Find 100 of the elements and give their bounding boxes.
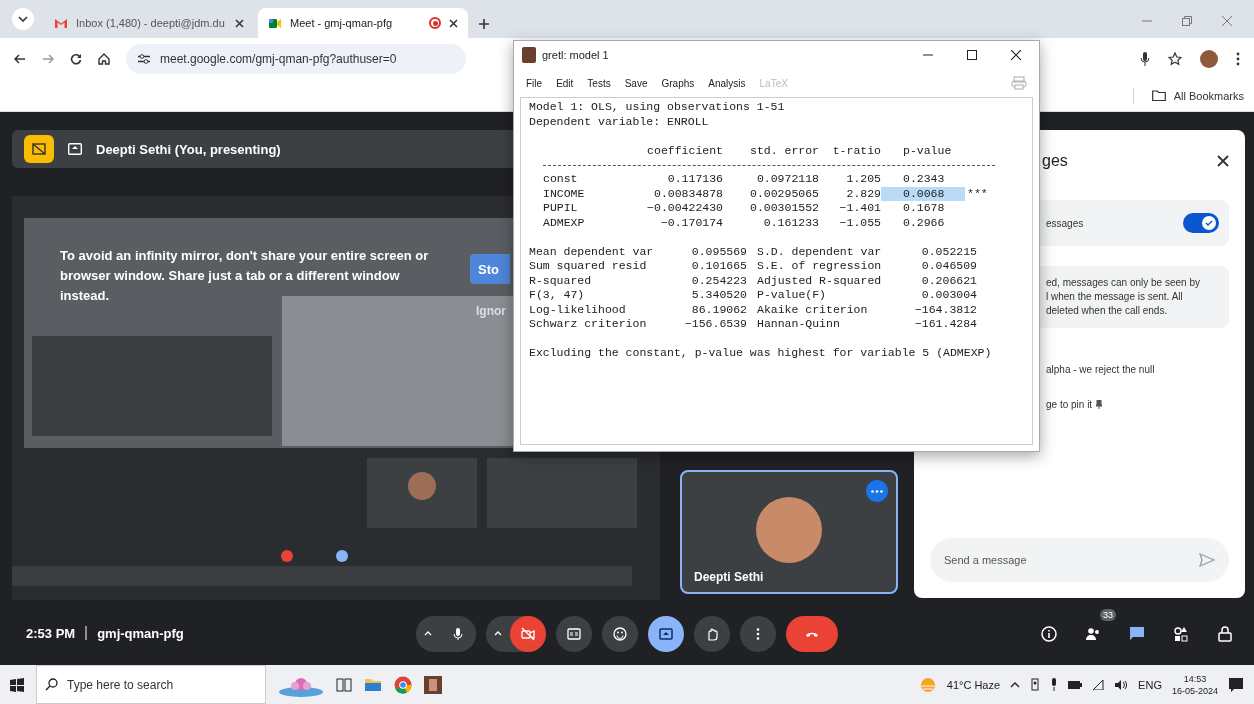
warning-message: To avoid an infinity mirror, don't share your entire screen or browser window. Share just a tab or a different window instead. [60,247,430,305]
phone-button[interactable] [786,615,838,652]
speaker-icon[interactable] [1114,679,1129,690]
emoji-button[interactable] [602,615,638,652]
hint-text: ge to pin it [1046,399,1093,410]
battery-icon[interactable] [1068,680,1083,689]
table-cell-text: 0.00295065 [749,186,819,201]
app-icon[interactable] [424,675,442,694]
output-line: Model 1: OLS, using observations 1-51 [529,100,786,115]
table-cell-text: 0.117136 [666,172,723,187]
back-icon[interactable] [14,53,26,65]
hand-icon [705,626,719,641]
table-cell-text: −1.401 [838,201,881,216]
info-text: ed, messages can only be seen by [1046,276,1201,290]
menu-item[interactable]: Save [624,77,648,89]
screen-off-icon [32,143,46,155]
close-icon[interactable] [449,18,458,28]
stat-label: P-value(F) [757,288,827,303]
presenter-name: Deepti Sethi (You, presenting) [96,141,281,157]
profile-avatar[interactable] [1200,50,1218,68]
table-cell-text: 0.00834878 [653,186,723,201]
menu-item[interactable]: Graphs [661,77,695,89]
present-button[interactable] [648,615,684,652]
maximize-icon[interactable] [967,50,977,60]
stop-sharing-button[interactable]: Sto [470,254,510,284]
caret-icon [494,631,502,636]
microphone-icon[interactable] [1140,52,1150,66]
chevron-up-icon[interactable] [1010,681,1021,688]
stat-label: Akaike criterion [757,302,869,317]
restore-icon[interactable] [1182,16,1192,26]
wifi-icon[interactable] [1092,679,1105,690]
camera-off-icon [521,626,535,641]
microphone-icon[interactable] [1050,678,1059,691]
tab-search-button[interactable] [12,8,34,30]
browser-tab[interactable]: Inbox (1,480) - deepti@jdm.du [44,8,254,38]
check-icon [1205,220,1213,226]
chat-icon [1129,625,1145,642]
site-settings-icon [138,54,150,64]
browser-tab[interactable]: Meet - gmj-qman-pfg [258,8,468,38]
camera-off-button[interactable] [510,615,546,652]
reload-icon[interactable] [70,53,82,65]
stat-value: −156.6539 [683,317,747,332]
folder-icon[interactable] [1151,90,1166,101]
table-cell: 0.0068 [881,186,965,201]
stat-value: 0.003004 [920,288,977,303]
close-icon[interactable] [1011,50,1021,60]
menu-item[interactable]: Tests [587,77,611,89]
table-cell-text: 0.161233 [762,215,819,230]
stat-value: 0.046509 [920,259,977,274]
language-indicator[interactable]: ENG [1138,678,1162,691]
forward-icon[interactable] [42,53,54,65]
toggle-switch[interactable] [1183,213,1219,233]
close-icon[interactable] [1217,155,1229,167]
new-tab-icon[interactable] [478,18,490,30]
captions-button[interactable] [556,615,592,652]
hand-button[interactable] [694,615,730,652]
column-header: p-value [902,143,953,158]
menu-item[interactable]: Analysis [708,77,746,89]
more-icon [871,489,883,493]
notification-icon[interactable] [1228,676,1244,693]
output-line: Dependent variable: ENROLL [529,114,710,129]
stat-value: −161.4284 [913,317,977,332]
home-icon[interactable] [98,53,110,65]
more-options-button[interactable] [866,480,888,502]
video-icon [268,16,282,30]
menu-item[interactable]: File [526,77,543,89]
app-icon [522,47,536,63]
chrome-icon[interactable] [394,675,412,694]
close-icon[interactable] [235,18,244,28]
windows-start-icon[interactable] [10,677,24,692]
window-title: gretl: model 1 [542,49,609,61]
table-cell-text: −0.170174 [659,215,723,230]
weather-text[interactable]: 41°C Haze [946,678,1001,691]
table-cell-text: 0.00301552 [749,201,819,216]
address-bar[interactable]: meet.google.com/gmj-qman-pfg?authuser=0 [126,44,466,74]
table-cell-text: 0.2343 [902,172,946,187]
mail-icon [54,16,68,30]
stat-value: 0.095569 [690,244,747,259]
variable-name: INCOME [543,186,586,201]
column-header: t-ratio [831,143,881,158]
bookmark-link[interactable]: All Bookmarks [1173,89,1244,102]
taskbar-search-field[interactable]: Type here to search [36,665,266,704]
stat-label: Schwarz criterion [529,317,648,332]
clock[interactable]: 14:53 16-05-2024 [1171,672,1218,697]
stat-value: 0.052215 [920,244,977,259]
stop-presenting-button[interactable] [24,135,54,163]
stat-value: 86.19062 [690,302,747,317]
stat-label: Log-likelihood [529,302,627,317]
table-cell-text: 0.1678 [902,201,946,216]
menu-icon[interactable] [1236,52,1240,66]
column-header: std. error [749,143,819,158]
table-cell-text: 1.205 [845,172,881,187]
chat-message: alpha - we reject the null [1046,364,1156,375]
task-view-icon[interactable] [336,677,352,692]
menu-item[interactable]: Edit [556,77,574,89]
shapes-icon [1173,625,1189,642]
star-icon[interactable] [1168,52,1182,66]
message-field[interactable]: Send a message [930,538,1229,582]
stat-label: Hannan-Quinn [757,317,841,332]
pin-icon [1096,400,1103,409]
